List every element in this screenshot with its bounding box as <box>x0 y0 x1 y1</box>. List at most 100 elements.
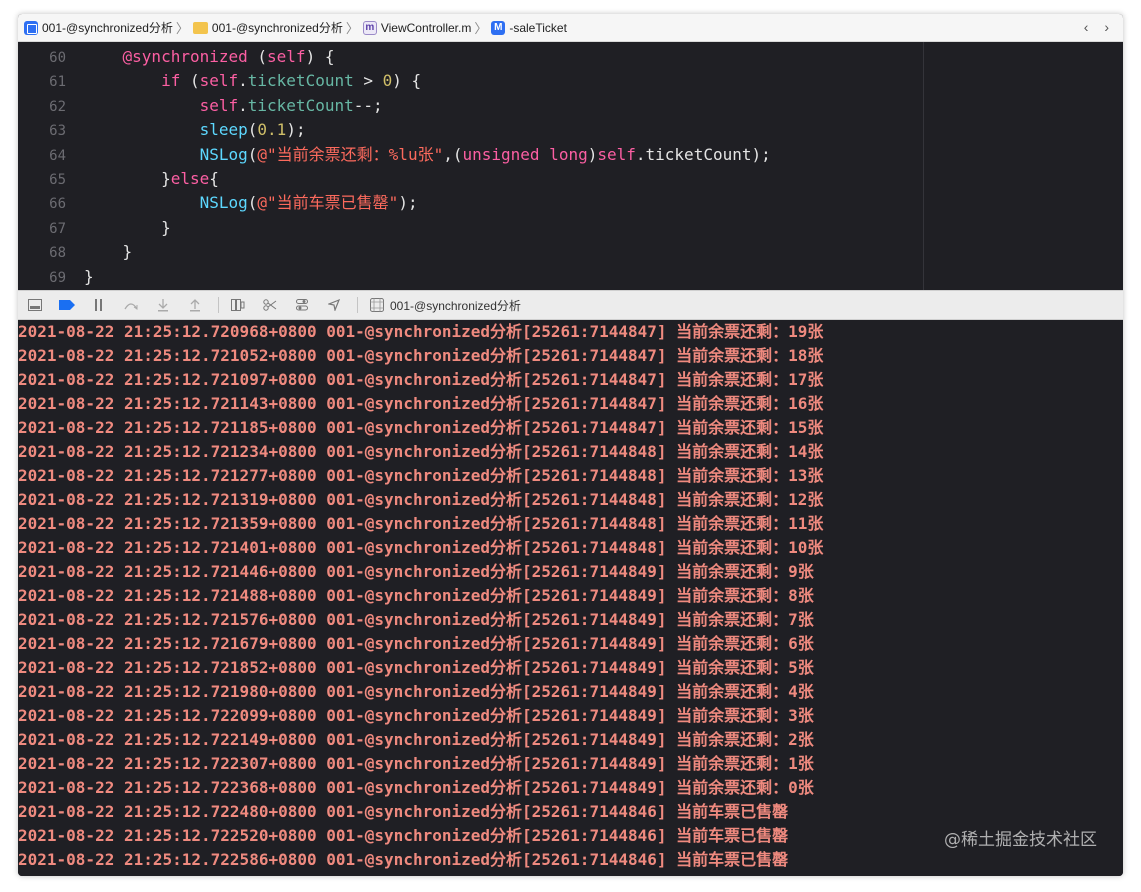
code-line[interactable]: 60 @synchronized (self) { <box>18 45 918 69</box>
code-token: sleep <box>199 120 248 140</box>
code-token: ) { <box>305 47 335 66</box>
chevron-right-icon: 〉 <box>345 21 359 36</box>
code-token: --; <box>353 95 383 115</box>
code-text: NSLog(@"当前余票还剩：%lu张",(unsigned long)self… <box>84 143 771 167</box>
console-log-line: 2021-08-22 21:25:12.721052+0800 001-@syn… <box>18 346 824 365</box>
code-token: ( <box>247 120 258 140</box>
code-token: @"当前余票还剩：%lu张" <box>257 144 444 164</box>
step-over-icon[interactable] <box>122 297 140 313</box>
code-token: } <box>84 266 94 286</box>
code-token: ) { <box>392 71 422 91</box>
line-number[interactable]: 66 <box>18 192 66 216</box>
line-number[interactable]: 64 <box>18 144 66 168</box>
code-token: .ticketCount); <box>635 144 771 164</box>
divider <box>357 297 358 313</box>
code-line[interactable]: 67 } <box>18 216 918 240</box>
line-number[interactable]: 68 <box>18 241 66 265</box>
console-log-line: 2021-08-22 21:25:12.721185+0800 001-@syn… <box>18 418 824 437</box>
divider <box>218 297 219 313</box>
console-log-line: 2021-08-22 21:25:12.721234+0800 001-@syn… <box>18 442 824 461</box>
code-text: if (self.ticketCount > 0) { <box>84 69 421 93</box>
code-token: ( <box>247 47 268 66</box>
console-output[interactable]: 2021-08-22 21:25:12.720968+0800 001-@syn… <box>18 320 1123 876</box>
method-icon: M <box>491 20 506 35</box>
code-text: sleep(0.1); <box>84 118 306 142</box>
code-token: { <box>209 169 219 188</box>
view-hierarchy-icon[interactable] <box>229 297 247 313</box>
console-log-line: 2021-08-22 21:25:12.722307+0800 001-@syn… <box>18 754 814 773</box>
code-line[interactable]: 66 NSLog(@"当前车票已售罄"); <box>18 191 918 215</box>
breadcrumb-file[interactable]: m ViewController.m <box>362 18 472 38</box>
code-line[interactable]: 69} <box>18 265 918 289</box>
code-token: ); <box>398 193 418 213</box>
code-text: }else{ <box>84 167 219 191</box>
line-number[interactable]: 61 <box>18 70 66 94</box>
code-token: . <box>238 71 248 91</box>
code-token: else <box>170 169 210 188</box>
code-text: NSLog(@"当前车票已售罄"); <box>84 191 418 215</box>
console-log-line: 2021-08-22 21:25:12.721852+0800 001-@syn… <box>18 658 814 677</box>
code-editor[interactable]: 60 @synchronized (self) {61 if (self.tic… <box>18 42 1123 290</box>
watermark: @稀土掘金技术社区 <box>944 830 1097 850</box>
breadcrumb-project[interactable]: 001-@synchronized分析 <box>24 18 173 38</box>
memory-graph-icon[interactable] <box>261 297 279 313</box>
code-token: ( <box>180 71 200 91</box>
code-token: self <box>597 144 636 164</box>
code-line[interactable]: 64 NSLog(@"当前余票还剩：%lu张",(unsigned long)s… <box>18 143 918 167</box>
step-out-icon[interactable] <box>186 297 204 313</box>
xcode-window: 001-@synchronized分析 〉 001-@synchronized分… <box>18 14 1123 876</box>
code-token: 0 <box>382 71 393 91</box>
line-number[interactable]: 63 <box>18 119 66 143</box>
console-log-line: 2021-08-22 21:25:12.722368+0800 001-@syn… <box>18 778 814 797</box>
breadcrumb-folder[interactable]: 001-@synchronized分析 <box>192 18 343 38</box>
code-line[interactable]: 62 self.ticketCount--; <box>18 94 918 118</box>
hide-debug-area-button[interactable] <box>26 297 44 313</box>
console-log-line: 2021-08-22 21:25:12.721980+0800 001-@syn… <box>18 682 814 701</box>
folder-icon <box>192 21 208 34</box>
line-number[interactable]: 60 <box>18 46 66 70</box>
console-log-line: 2021-08-22 21:25:12.721359+0800 001-@syn… <box>18 514 824 533</box>
line-number[interactable]: 67 <box>18 217 66 241</box>
code-line[interactable]: 65 }else{ <box>18 167 918 191</box>
breakpoints-toggle-icon[interactable] <box>58 297 76 313</box>
editor-divider <box>923 42 924 290</box>
console-log-line: 2021-08-22 21:25:12.721446+0800 001-@syn… <box>18 562 814 581</box>
code-line[interactable]: 68 } <box>18 240 918 264</box>
jump-nav-arrows[interactable]: ‹ › <box>1084 19 1115 35</box>
environment-overrides-icon[interactable] <box>293 297 311 313</box>
code-token: > <box>353 71 383 91</box>
chevron-right-icon: 〉 <box>474 21 488 36</box>
code-token: unsigned long <box>462 144 588 164</box>
breadcrumb-label: 001-@synchronized分析 <box>211 21 343 35</box>
code-token: NSLog <box>199 193 248 213</box>
project-icon <box>24 20 38 35</box>
step-into-icon[interactable] <box>154 297 172 313</box>
code-token: ( <box>247 144 258 164</box>
breadcrumb-label: 001-@synchronized分析 <box>42 21 173 35</box>
console-log-line: 2021-08-22 21:25:12.721679+0800 001-@syn… <box>18 634 814 653</box>
line-number[interactable]: 69 <box>18 266 66 290</box>
breadcrumb-method[interactable]: M -saleTicket <box>491 18 567 38</box>
jump-bar: 001-@synchronized分析 〉 001-@synchronized分… <box>18 14 1123 42</box>
simulate-location-icon[interactable] <box>325 297 343 313</box>
code-line[interactable]: 63 sleep(0.1); <box>18 118 918 142</box>
breadcrumb-label: ViewController.m <box>380 20 472 35</box>
pause-icon[interactable] <box>90 297 108 313</box>
debug-bar: 001-@synchronized分析 <box>18 290 1123 320</box>
code-token: 0.1 <box>257 120 287 140</box>
console-log-line: 2021-08-22 21:25:12.721277+0800 001-@syn… <box>18 466 824 485</box>
code-line[interactable]: 61 if (self.ticketCount > 0) { <box>18 69 918 93</box>
debug-target-label[interactable]: 001-@synchronized分析 <box>390 297 521 314</box>
code-token: . <box>238 95 248 115</box>
app-target-icon <box>368 297 386 313</box>
console-log-line: 2021-08-22 21:25:12.721097+0800 001-@syn… <box>18 370 824 389</box>
line-number[interactable]: 62 <box>18 95 66 119</box>
line-number[interactable]: 65 <box>18 168 66 192</box>
chevron-right-icon: 〉 <box>175 21 189 36</box>
console-log-line: 2021-08-22 21:25:12.721576+0800 001-@syn… <box>18 610 814 629</box>
code-token: self <box>199 95 239 115</box>
